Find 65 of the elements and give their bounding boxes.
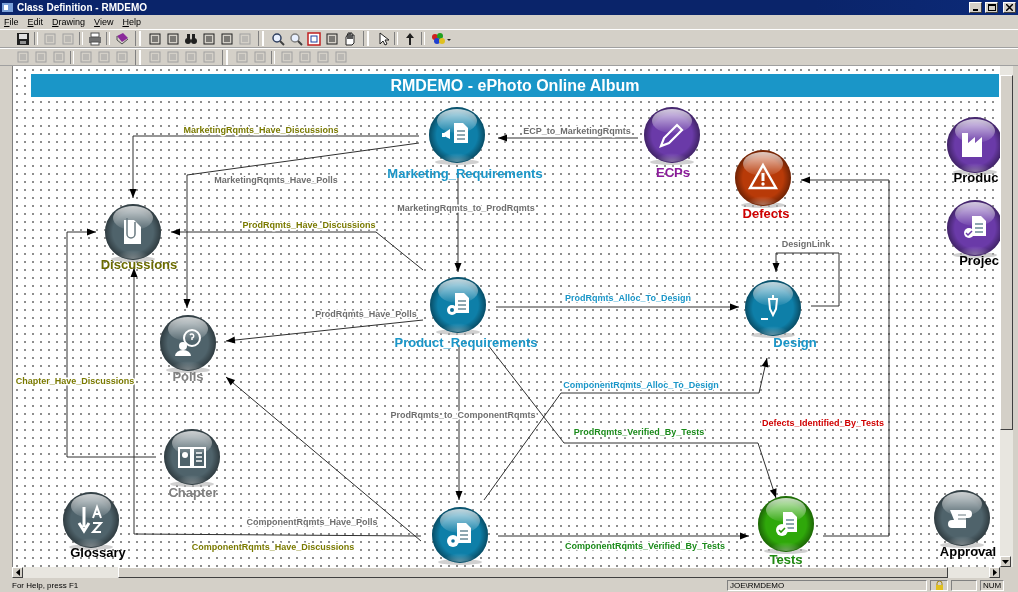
link-label: ECP_to_MarketingRqmts <box>523 126 631 136</box>
left-arrow-icon <box>15 569 20 576</box>
maximize-button[interactable] <box>985 2 998 13</box>
scroll-right-button[interactable] <box>989 567 1000 578</box>
status-hint: For Help, press F1 <box>12 580 80 590</box>
app-icon <box>2 2 14 13</box>
link-label: MarketingRqmts_Have_Discussions <box>183 125 339 135</box>
print-tool-icon[interactable] <box>86 31 103 46</box>
maximize-icon <box>987 4 996 11</box>
link-label: ProdRqmts_Have_Discussions <box>242 220 376 230</box>
node-label: Chapter <box>168 485 218 500</box>
link-label: ComponentRqmts_Have_Polls <box>246 517 378 527</box>
link-label: ComponentRqmts_Have_Discussions <box>191 542 355 552</box>
toolbar-separator <box>421 32 425 45</box>
right-arrow-icon <box>992 569 997 576</box>
node-label: Product_Requirements <box>394 335 538 350</box>
fit-tool-icon[interactable] <box>305 31 322 46</box>
node-label: Marketing_Requirements <box>387 166 543 181</box>
node-label: Defects <box>742 206 790 221</box>
horizontal-scrollbar[interactable] <box>12 567 1000 578</box>
toolbar-separator <box>106 32 110 45</box>
node-label: ECPs <box>656 165 690 180</box>
scroll-down-button[interactable] <box>1000 556 1011 567</box>
node-label: Projec <box>959 253 999 268</box>
link-label: ComponentRqmts_Alloc_To_Design <box>563 380 719 390</box>
diagram-title: RMDEMO - ePhoto Online Album <box>31 74 999 97</box>
menu-item[interactable]: View <box>94 17 114 27</box>
link-label: MarketingRqmts_Have_Polls <box>214 175 338 185</box>
menu-item[interactable]: Help <box>122 17 141 27</box>
menu-item[interactable]: Edit <box>27 17 44 27</box>
node-label: Design <box>773 335 817 350</box>
link-label: Chapter_Have_Discussions <box>15 376 135 386</box>
toolbar-separator <box>79 32 83 45</box>
toolbar-separator <box>34 32 38 45</box>
save-tool-icon[interactable] <box>14 31 31 46</box>
link-label: ComponentRqmts_Verified_By_Tests <box>565 541 725 551</box>
scroll-left-button[interactable] <box>12 567 23 578</box>
link-label: ProdRqmts_Verified_By_Tests <box>573 427 705 437</box>
lock-icon <box>934 580 944 590</box>
node-label: Produc <box>953 170 999 185</box>
zoom-out-tool-icon[interactable] <box>287 31 304 46</box>
menu-item[interactable]: File <box>4 17 19 27</box>
close-icon <box>1006 4 1013 11</box>
node-label: Discussions <box>100 257 178 272</box>
link-label: DesignLink <box>781 239 831 249</box>
minimize-button[interactable] <box>969 2 982 13</box>
link-label: ProdRqmts_Have_Polls <box>315 309 417 319</box>
close-button[interactable] <box>1003 2 1016 13</box>
down-arrow-icon <box>1002 559 1009 564</box>
node-label: Approval <box>939 544 997 559</box>
link-label: ProdRqmts_Alloc_To_Design <box>565 293 691 303</box>
zoom-in-tool-icon[interactable] <box>269 31 286 46</box>
node-label: Polls <box>172 369 204 384</box>
user-pane: JOE\RMDEMO <box>727 579 927 591</box>
vertical-scrollbar[interactable] <box>1000 66 1013 567</box>
link-label: Defects_Identified_By_Tests <box>762 418 884 428</box>
toolbar-separator <box>394 32 398 45</box>
window-title: Class Definition - RMDEMO <box>17 2 148 13</box>
node-label: Tests <box>769 552 803 567</box>
binoculars-tool-icon[interactable] <box>182 31 199 46</box>
book-tool-icon[interactable] <box>113 31 130 46</box>
status-pane <box>951 579 977 591</box>
menu-item[interactable]: Drawing <box>52 17 86 27</box>
num-lock-indicator: NUM <box>980 579 1004 591</box>
node-label: Glossary <box>70 545 126 560</box>
